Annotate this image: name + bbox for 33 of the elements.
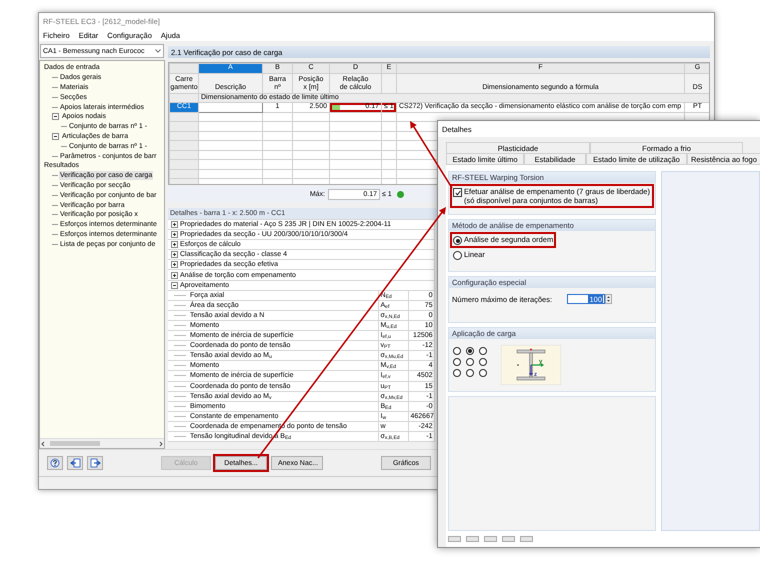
collapse-icon[interactable] bbox=[52, 113, 59, 120]
scroll-right-icon[interactable] bbox=[158, 440, 164, 446]
collapse-icon[interactable] bbox=[171, 282, 178, 289]
collapse-icon[interactable] bbox=[52, 132, 59, 140]
load-position-radio[interactable] bbox=[453, 358, 461, 366]
load-position-radio[interactable] bbox=[479, 347, 487, 355]
radio-button[interactable] bbox=[453, 251, 462, 260]
chevron-icon bbox=[155, 49, 161, 53]
load-position-radio[interactable] bbox=[466, 358, 474, 366]
expand-icon[interactable] bbox=[171, 241, 178, 248]
load-position-radio[interactable] bbox=[466, 347, 474, 355]
radio-button[interactable] bbox=[453, 236, 462, 245]
expand-icon[interactable] bbox=[171, 231, 178, 238]
load-position-radio[interactable] bbox=[453, 347, 461, 355]
help-icon bbox=[50, 458, 60, 468]
expand-icon[interactable] bbox=[171, 221, 178, 228]
checkbox[interactable] bbox=[453, 188, 462, 197]
help-button[interactable] bbox=[47, 456, 63, 470]
load-position-radio[interactable] bbox=[479, 358, 487, 366]
expand-icon[interactable] bbox=[171, 272, 178, 279]
export-button[interactable] bbox=[67, 456, 83, 470]
scroll-left-icon[interactable] bbox=[40, 440, 46, 446]
import-button[interactable] bbox=[87, 456, 103, 470]
arrow-icon bbox=[70, 458, 80, 468]
expand-icon[interactable] bbox=[171, 261, 178, 268]
load-position-radio[interactable] bbox=[479, 369, 487, 377]
column-marker[interactable] bbox=[170, 64, 198, 73]
load-position-radio[interactable] bbox=[453, 369, 461, 377]
load-position-radio[interactable] bbox=[466, 369, 474, 377]
expand-icon[interactable] bbox=[171, 251, 178, 258]
status-ok-icon bbox=[397, 190, 404, 198]
spin-buttons[interactable] bbox=[605, 294, 612, 304]
arrow-icon bbox=[90, 458, 100, 468]
